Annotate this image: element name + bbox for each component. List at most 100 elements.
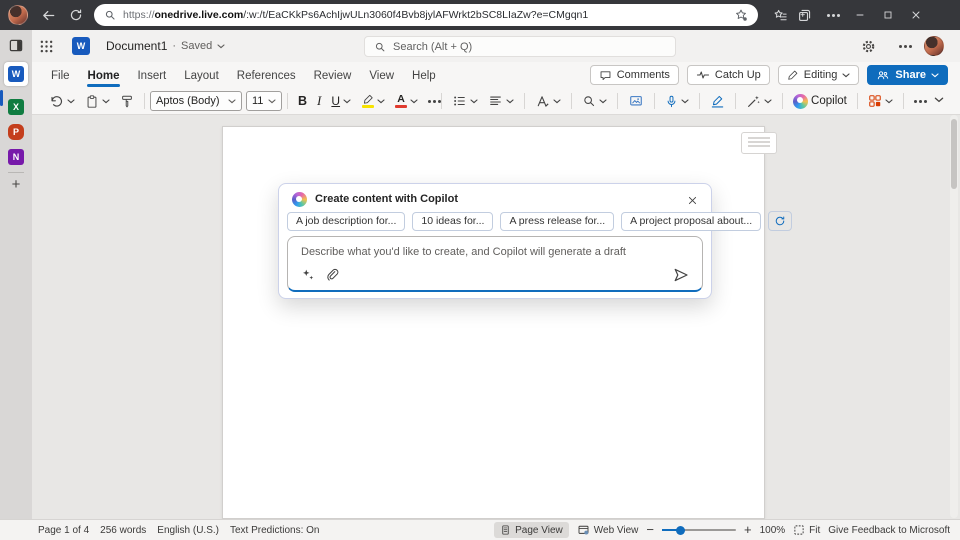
- pulse-icon: [696, 69, 710, 81]
- refresh-button[interactable]: [64, 3, 88, 27]
- tab-references[interactable]: References: [228, 64, 305, 88]
- styles-button[interactable]: [530, 90, 566, 112]
- rail-item-excel[interactable]: X: [8, 99, 24, 115]
- feedback-link[interactable]: Give Feedback to Microsoft: [828, 525, 950, 536]
- ai-sparkle-icon[interactable]: [301, 268, 315, 282]
- font-name-select[interactable]: Aptos (Body): [150, 91, 242, 111]
- font-options-overflow-button[interactable]: [423, 90, 436, 112]
- format-painter-button[interactable]: [115, 90, 139, 112]
- tab-review[interactable]: Review: [305, 64, 361, 88]
- chevron-down-icon: [343, 99, 351, 104]
- magic-wand-icon: [746, 94, 761, 109]
- suggestion-chip[interactable]: 10 ideas for...: [412, 212, 493, 231]
- tab-file[interactable]: File: [42, 64, 79, 88]
- page-count[interactable]: Page 1 of 4: [38, 525, 89, 536]
- zoom-level[interactable]: 100%: [760, 525, 786, 536]
- app-rail: W X P N +: [0, 30, 32, 519]
- scrollbar-thumb[interactable]: [951, 119, 957, 189]
- auto-format-button[interactable]: [741, 90, 777, 112]
- share-button[interactable]: Share: [867, 65, 948, 85]
- page-view-button[interactable]: Page View: [494, 522, 569, 538]
- browser-menu-button[interactable]: [816, 3, 840, 27]
- collections-button[interactable]: [792, 3, 816, 27]
- browser-profile-avatar[interactable]: [8, 5, 28, 25]
- editor-button[interactable]: [705, 90, 730, 112]
- chevron-down-icon: [931, 73, 939, 78]
- alignment-button[interactable]: [483, 90, 519, 112]
- paperclip-icon[interactable]: [325, 268, 339, 282]
- toolbar-overflow-button[interactable]: [909, 90, 922, 112]
- add-ins-button[interactable]: [863, 90, 898, 112]
- zoom-in-button[interactable]: +: [744, 525, 752, 535]
- rail-divider: [8, 172, 24, 173]
- sidebar-panel-icon: [8, 38, 24, 53]
- web-view-button[interactable]: Web View: [577, 524, 639, 536]
- copilot-dialog-close-button[interactable]: [683, 191, 701, 209]
- microphone-icon: [665, 94, 678, 109]
- toolbar-divider: [857, 93, 858, 109]
- word-count[interactable]: 256 words: [100, 525, 146, 536]
- zoom-slider[interactable]: [662, 529, 736, 531]
- tab-help[interactable]: Help: [403, 64, 445, 88]
- browser-titlebar: https://onedrive.live.com/:w:/t/EaCKkPs6…: [0, 0, 960, 30]
- copilot-button[interactable]: Copilot: [788, 90, 852, 112]
- suggestion-chip[interactable]: A press release for...: [500, 212, 614, 231]
- favorites-button[interactable]: [768, 3, 792, 27]
- text-predictions-toggle[interactable]: Text Predictions: On: [230, 525, 319, 536]
- tab-home[interactable]: Home: [79, 64, 129, 88]
- m365-sidebar-toggle[interactable]: [8, 38, 24, 53]
- bold-button[interactable]: B: [293, 90, 312, 112]
- settings-button[interactable]: [856, 34, 880, 58]
- underline-button[interactable]: U: [326, 90, 356, 112]
- rail-item-powerpoint[interactable]: P: [8, 124, 24, 140]
- bold-glyph: B: [298, 94, 307, 108]
- bullets-button[interactable]: [447, 90, 483, 112]
- vertical-scrollbar[interactable]: [950, 115, 958, 518]
- font-color-button[interactable]: A: [390, 90, 423, 112]
- find-button[interactable]: [577, 90, 612, 112]
- maximize-button[interactable]: [874, 3, 902, 27]
- paste-button[interactable]: [80, 90, 115, 112]
- collapsed-comment-card[interactable]: [741, 132, 777, 154]
- toolbar-divider: [617, 93, 618, 109]
- back-button[interactable]: [36, 3, 60, 27]
- tab-view[interactable]: View: [360, 64, 403, 88]
- close-button[interactable]: [902, 3, 930, 27]
- suggestion-chip[interactable]: A job description for...: [287, 212, 405, 231]
- document-title-group[interactable]: Document1 · Saved: [106, 39, 225, 53]
- rail-add-app-button[interactable]: +: [12, 178, 21, 192]
- font-color-glyph: A: [397, 94, 405, 104]
- copilot-prompt-input[interactable]: Describe what you'd like to create, and …: [287, 236, 703, 292]
- italic-button[interactable]: I: [312, 90, 326, 112]
- rail-item-onenote[interactable]: N: [8, 149, 24, 165]
- fit-button[interactable]: Fit: [793, 524, 820, 536]
- minimize-button[interactable]: [846, 3, 874, 27]
- language-selector[interactable]: English (U.S.): [157, 525, 219, 536]
- zoom-slider-thumb[interactable]: [676, 526, 685, 535]
- search-input[interactable]: Search (Alt + Q): [364, 36, 676, 57]
- send-button[interactable]: [673, 267, 689, 283]
- image-search-icon: [628, 94, 644, 108]
- dictate-button[interactable]: [660, 90, 694, 112]
- account-avatar[interactable]: [924, 36, 944, 56]
- chevron-down-icon: [410, 99, 418, 104]
- image-search-button[interactable]: [623, 90, 649, 112]
- undo-button[interactable]: [44, 90, 80, 112]
- suggestion-chip[interactable]: A project proposal about...: [621, 212, 761, 231]
- highlight-button[interactable]: [356, 90, 390, 112]
- font-size-select[interactable]: 11: [246, 91, 282, 111]
- tab-insert[interactable]: Insert: [128, 64, 175, 88]
- bookmark-button[interactable]: [734, 8, 748, 22]
- app-launcher-button[interactable]: [34, 34, 58, 58]
- catch-up-label: Catch Up: [715, 69, 761, 81]
- zoom-out-button[interactable]: −: [646, 525, 654, 535]
- address-bar[interactable]: https://onedrive.live.com/:w:/t/EaCKkPs6…: [94, 4, 758, 26]
- header-more-button[interactable]: [888, 34, 912, 58]
- catch-up-button[interactable]: Catch Up: [687, 65, 770, 85]
- comments-button[interactable]: Comments: [590, 65, 679, 85]
- rail-item-word[interactable]: W: [4, 62, 28, 86]
- editing-mode-button[interactable]: Editing: [778, 65, 860, 85]
- collapse-ribbon-button[interactable]: [934, 97, 944, 103]
- tab-layout[interactable]: Layout: [175, 64, 228, 88]
- refresh-suggestions-button[interactable]: [768, 211, 792, 231]
